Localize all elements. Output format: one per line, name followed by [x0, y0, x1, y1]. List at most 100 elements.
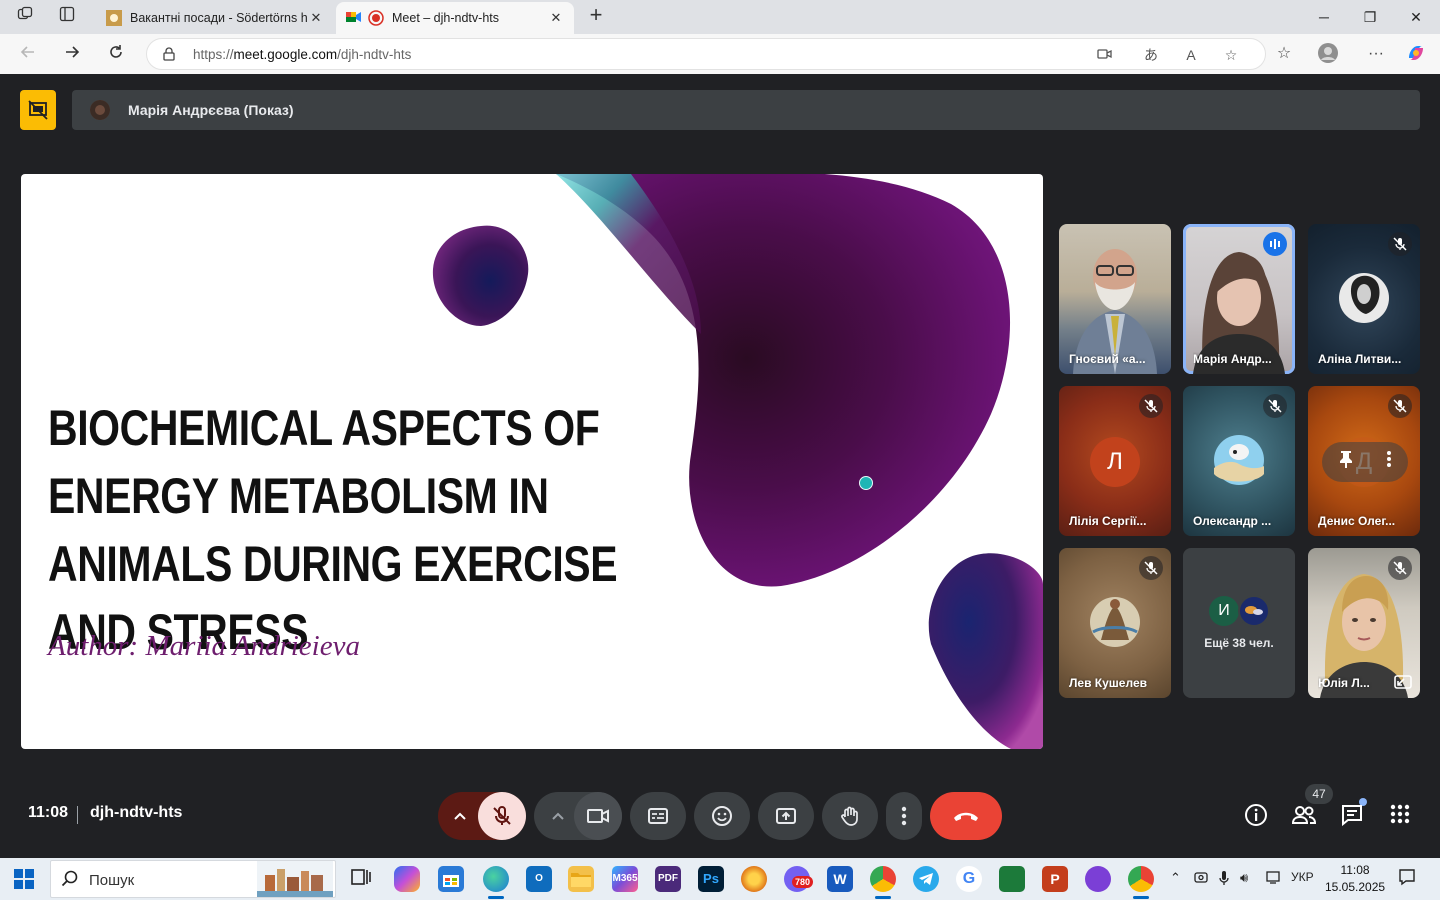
back-button[interactable] [16, 42, 40, 66]
more-participants-tile[interactable]: И Ещё 38 чел. [1183, 548, 1295, 698]
slide-title: Biochemical aspects of energy metabolism… [48, 400, 618, 660]
new-tab-button[interactable]: + [584, 4, 608, 28]
info-icon [1245, 804, 1267, 826]
browser-app-icon[interactable] [741, 866, 767, 892]
powerpoint-icon[interactable]: P [1042, 866, 1068, 892]
tab-title: Вакантні посади - Södertörns hö [130, 11, 308, 25]
notifications-icon[interactable] [1398, 868, 1416, 889]
vertical-tabs-icon[interactable] [56, 6, 78, 28]
show-hidden-icons-chevron[interactable]: ⌃ [1170, 870, 1181, 886]
reload-button[interactable] [104, 42, 128, 66]
pin-icon[interactable] [1338, 450, 1354, 474]
site-info-icon[interactable] [163, 47, 177, 61]
more-options-icon[interactable] [1386, 450, 1392, 474]
close-tab-icon[interactable]: ✕ [548, 10, 564, 26]
reactions-button[interactable] [694, 792, 750, 840]
system-clock[interactable]: 11:08 15.05.2025 [1325, 862, 1385, 896]
input-language[interactable]: УКР [1291, 870, 1314, 884]
word-icon[interactable]: W [827, 866, 853, 892]
copilot-app-icon[interactable] [394, 866, 420, 892]
camera-tray-icon[interactable] [1194, 870, 1208, 887]
vpn-app-icon[interactable] [1085, 866, 1111, 892]
participant-name: Гноєвий «а... [1069, 352, 1146, 366]
microphone-toggle-button[interactable] [478, 792, 526, 840]
outlook-icon[interactable]: O [526, 866, 552, 892]
windows-start-icon[interactable] [14, 869, 34, 889]
presentation-mode-icon[interactable] [20, 90, 56, 130]
task-view-icon[interactable] [348, 866, 374, 892]
more-options-icon[interactable]: ··· [1364, 42, 1388, 66]
present-screen-button[interactable] [758, 792, 814, 840]
participant-tile[interactable]: Л Лілія Сергії... [1059, 386, 1171, 536]
tile-hover-actions [1322, 442, 1408, 482]
photoshop-icon[interactable]: Ps [698, 866, 724, 892]
edge-browser-icon[interactable] [483, 866, 509, 892]
presentation-slide: Biochemical aspects of energy metabolism… [21, 174, 1043, 749]
raise-hand-button[interactable] [822, 792, 878, 840]
chrome-icon[interactable] [870, 866, 896, 892]
participant-tile[interactable]: Д Денис Олег... [1308, 386, 1420, 536]
pdf-app-icon[interactable]: PDF [655, 866, 681, 892]
volume-icon[interactable]: 🔊︎ [1240, 870, 1248, 886]
address-bar[interactable]: https://meet.google.com/djh-ndtv-hts あ A… [146, 38, 1266, 70]
read-aloud-icon[interactable]: A [1181, 45, 1201, 65]
taskbar-search-box[interactable]: Пошук [50, 860, 336, 898]
participant-tile[interactable]: Олександр ... [1183, 386, 1295, 536]
participants-count-badge: 47 [1305, 784, 1333, 804]
favorite-star-icon[interactable]: ☆ [1221, 45, 1241, 65]
participant-name: Лев Кушелев [1069, 676, 1147, 690]
chrome-profile-icon[interactable] [1128, 866, 1154, 892]
tab-meet[interactable]: Meet – djh-ndtv-hts ✕ [336, 2, 574, 34]
picture-in-picture-icon[interactable] [1394, 674, 1414, 692]
active-app-indicator [488, 896, 504, 899]
presenter-label: Марія Андрєєва (Показ) [128, 102, 294, 118]
speaking-indicator-icon [1263, 232, 1287, 256]
copilot-icon[interactable] [1404, 42, 1428, 66]
network-icon[interactable] [1266, 870, 1280, 887]
microsoft-365-icon[interactable]: M365 [612, 866, 638, 892]
participant-tile[interactable]: Марія Андр... [1183, 224, 1295, 374]
more-options-button[interactable] [886, 792, 922, 840]
viber-icon[interactable]: 780 [784, 866, 814, 892]
mic-off-icon [1388, 394, 1412, 418]
app-icon[interactable] [999, 866, 1025, 892]
people-button[interactable] [1290, 802, 1318, 830]
microsoft-store-icon[interactable] [438, 866, 464, 892]
microphone-tray-icon[interactable] [1218, 870, 1230, 889]
participant-tile[interactable]: Гноєвий «а... [1059, 224, 1171, 374]
participant-tile[interactable]: Аліна Литви... [1308, 224, 1420, 374]
participant-name: Денис Олег... [1318, 514, 1396, 528]
leave-call-button[interactable] [930, 792, 1002, 840]
camera-toggle-button[interactable] [574, 792, 622, 840]
participant-name: Лілія Сергії... [1069, 514, 1147, 528]
tab-title: Meet – djh-ndtv-hts [392, 11, 499, 25]
file-explorer-icon[interactable] [568, 866, 594, 892]
search-placeholder: Пошук [89, 872, 135, 889]
participant-initial: Л [1090, 437, 1140, 487]
translate-icon[interactable]: あ [1141, 45, 1161, 65]
captions-button[interactable] [630, 792, 686, 840]
minimize-button[interactable]: ─ [1304, 4, 1344, 30]
close-window-button[interactable]: ✕ [1396, 4, 1436, 30]
url-text: https://meet.google.com/djh-ndtv-hts [193, 47, 412, 62]
google-icon[interactable]: G [956, 866, 982, 892]
chat-button[interactable] [1338, 802, 1366, 830]
telegram-icon[interactable] [913, 866, 939, 892]
meeting-details-button[interactable] [1242, 802, 1270, 830]
favorites-icon[interactable]: ☆ [1272, 42, 1296, 66]
recording-indicator-icon [368, 10, 384, 26]
browser-tab-strip: Вакантні посади - Södertörns hö ✕ Meet –… [0, 0, 1440, 34]
close-tab-icon[interactable]: ✕ [308, 10, 324, 26]
mic-off-icon [1263, 394, 1287, 418]
profile-avatar[interactable] [1316, 42, 1340, 66]
meeting-code: djh-ndtv-hts [90, 804, 183, 821]
workspaces-icon[interactable] [14, 6, 36, 28]
camera-in-use-icon[interactable] [1095, 45, 1115, 65]
participant-tile[interactable]: Юлія Л... [1308, 548, 1420, 698]
participant-tile[interactable]: Лев Кушелев [1059, 548, 1171, 698]
tab-vacancies[interactable]: Вакантні посади - Södertörns hö ✕ [96, 2, 334, 34]
restore-button[interactable]: ❐ [1350, 4, 1390, 30]
activities-button[interactable] [1386, 802, 1414, 830]
video-camera-icon [587, 809, 609, 823]
forward-button[interactable] [60, 42, 84, 66]
